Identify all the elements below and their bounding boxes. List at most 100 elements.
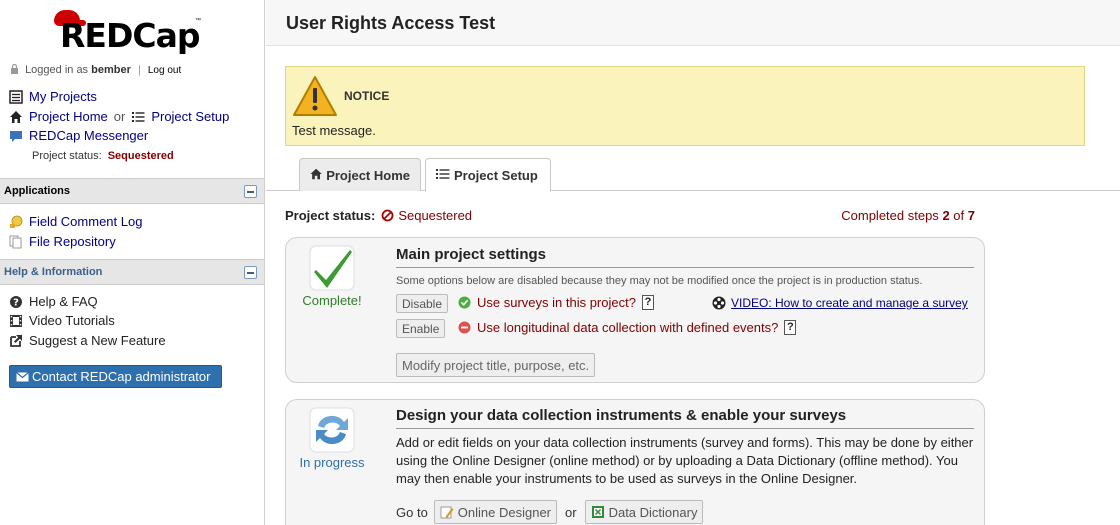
longitudinal-option-label: Use longitudinal data collection with de… (477, 320, 779, 335)
goto-label: Go to (396, 504, 428, 520)
project-status-value: Sequestered (398, 208, 473, 223)
envelope-icon (16, 372, 29, 382)
sidebar: REDCap ™ Logged in as bember | Log out M… (0, 0, 265, 525)
card1-title: Main project settings (396, 246, 547, 263)
steps-prefix: Completed steps (841, 208, 939, 223)
project-status-label: Project status: (285, 208, 376, 223)
enable-longitudinal-button[interactable]: Enable (396, 319, 446, 338)
redcap-logo[interactable]: REDCap ™ (54, 10, 204, 55)
file-repository-link[interactable]: File Repository (29, 234, 116, 249)
field-comment-log-link[interactable]: Field Comment Log (29, 214, 142, 229)
or-text: or (113, 109, 126, 124)
list-icon (436, 169, 450, 179)
sequestered-icon (381, 209, 394, 222)
contact-admin-label: Contact REDCap administrator (32, 369, 211, 384)
online-designer-button[interactable]: Online Designer (433, 500, 558, 524)
collapse-help-icon[interactable] (244, 266, 257, 279)
video-link[interactable]: VIDEO: How to create and manage a survey (712, 296, 968, 310)
messenger-link[interactable]: REDCap Messenger (29, 128, 148, 143)
project-setup-link[interactable]: Project Setup (151, 109, 229, 124)
surveys-option: Use surveys in this project? ? (458, 295, 654, 310)
logo-trademark: ™ (195, 18, 201, 24)
login-prefix: Logged in as (25, 64, 89, 76)
refresh-in-progress-icon (309, 407, 355, 453)
card1-note: Some options below are disabled because … (396, 275, 923, 287)
applications-header[interactable]: Applications (0, 178, 264, 204)
lock-icon (11, 63, 18, 74)
contact-admin-button[interactable]: Contact REDCap administrator (9, 365, 222, 388)
comment-bubble-icon (10, 215, 23, 228)
goto-row: Go to Online Designer or Data Dictionary (396, 500, 704, 524)
disabled-minus-icon (458, 321, 471, 334)
page-header: User Rights Access Test (266, 0, 1120, 46)
app-field-comment-log[interactable]: Field Comment Log (9, 214, 142, 229)
my-projects-icon (9, 89, 23, 104)
help-faq[interactable]: ? Help & FAQ (9, 294, 98, 309)
sidebar-project-status: Project status: Sequestered (32, 150, 174, 162)
warning-icon (293, 76, 337, 116)
card-main-settings: Complete! Main project settings Some opt… (285, 237, 985, 383)
tab-project-setup-label: Project Setup (454, 168, 538, 183)
nav-my-projects[interactable]: My Projects (9, 89, 97, 104)
help-header[interactable]: Help & Information (0, 259, 264, 285)
help-video-tutorials[interactable]: Video Tutorials (9, 313, 115, 328)
spreadsheet-icon (591, 506, 604, 518)
card1-status-label: Complete! (302, 293, 362, 308)
tab-project-home-label: Project Home (326, 168, 410, 183)
film-reel-icon (712, 296, 726, 310)
app-file-repository[interactable]: File Repository (9, 234, 116, 249)
steps-of: of (953, 208, 965, 223)
chat-bubble-icon (10, 130, 22, 142)
steps-done: 2 (942, 208, 950, 223)
my-projects-link[interactable]: My Projects (29, 89, 97, 104)
help-header-label: Help & Information (4, 266, 103, 278)
goto-or: or (565, 504, 577, 520)
collapse-applications-icon[interactable] (244, 185, 257, 198)
card2-description: Add or edit fields on your data collecti… (396, 435, 974, 486)
longitudinal-option: Use longitudinal data collection with de… (458, 320, 797, 335)
card-design-instruments: In progress Design your data collection … (285, 399, 985, 525)
help-suggest-feature[interactable]: Suggest a New Feature (9, 333, 166, 348)
status-value: Sequestered (107, 150, 174, 162)
video-link-label[interactable]: VIDEO: How to create and manage a survey (731, 296, 968, 310)
surveys-help-button[interactable]: ? (641, 295, 654, 310)
modify-project-button[interactable]: Modify project title, purpose, etc. (396, 353, 596, 377)
card2-divider (396, 428, 974, 429)
checkmark-complete-icon (309, 245, 355, 291)
notice-box: NOTICE Test message. (285, 66, 1085, 146)
home-icon (310, 168, 322, 180)
logo-text: REDCap (60, 16, 200, 55)
card1-divider (396, 267, 974, 268)
help-faq-link[interactable]: Help & FAQ (29, 294, 98, 309)
login-separator: | (137, 64, 141, 76)
logout-link[interactable]: Log out (148, 65, 181, 76)
data-dictionary-button[interactable]: Data Dictionary (584, 500, 704, 524)
tab-project-setup[interactable]: Project Setup (425, 158, 551, 192)
suggest-feature-link[interactable]: Suggest a New Feature (29, 333, 166, 348)
enabled-check-icon (458, 296, 471, 309)
external-link-icon (10, 334, 22, 347)
card2-title: Design your data collection instruments … (396, 407, 847, 424)
tab-project-home[interactable]: Project Home (299, 158, 421, 191)
steps-total: 7 (967, 208, 975, 223)
completed-steps: Completed steps 2 of 7 (841, 208, 975, 223)
video-tutorials-link[interactable]: Video Tutorials (29, 313, 115, 328)
nav-messenger[interactable]: REDCap Messenger (9, 128, 148, 143)
card2-status-label: In progress (299, 455, 365, 470)
svg-text:?: ? (13, 297, 19, 308)
project-status: Project status: Sequestered (285, 208, 472, 223)
documents-icon (9, 235, 22, 248)
longitudinal-help-button[interactable]: ? (784, 320, 797, 335)
list-icon (132, 111, 145, 122)
status-label: Project status: (32, 150, 102, 162)
nav-project-home-setup: Project Home or Project Setup (9, 109, 229, 124)
notice-message: Test message. (292, 123, 376, 138)
project-home-link[interactable]: Project Home (29, 109, 108, 124)
question-circle-icon: ? (10, 295, 22, 308)
applications-header-label: Applications (4, 185, 71, 197)
film-icon (10, 314, 22, 327)
surveys-option-label: Use surveys in this project? (477, 295, 636, 310)
disable-surveys-button[interactable]: Disable (396, 294, 449, 313)
designer-pencil-icon (440, 506, 454, 519)
username: bember (91, 64, 131, 76)
